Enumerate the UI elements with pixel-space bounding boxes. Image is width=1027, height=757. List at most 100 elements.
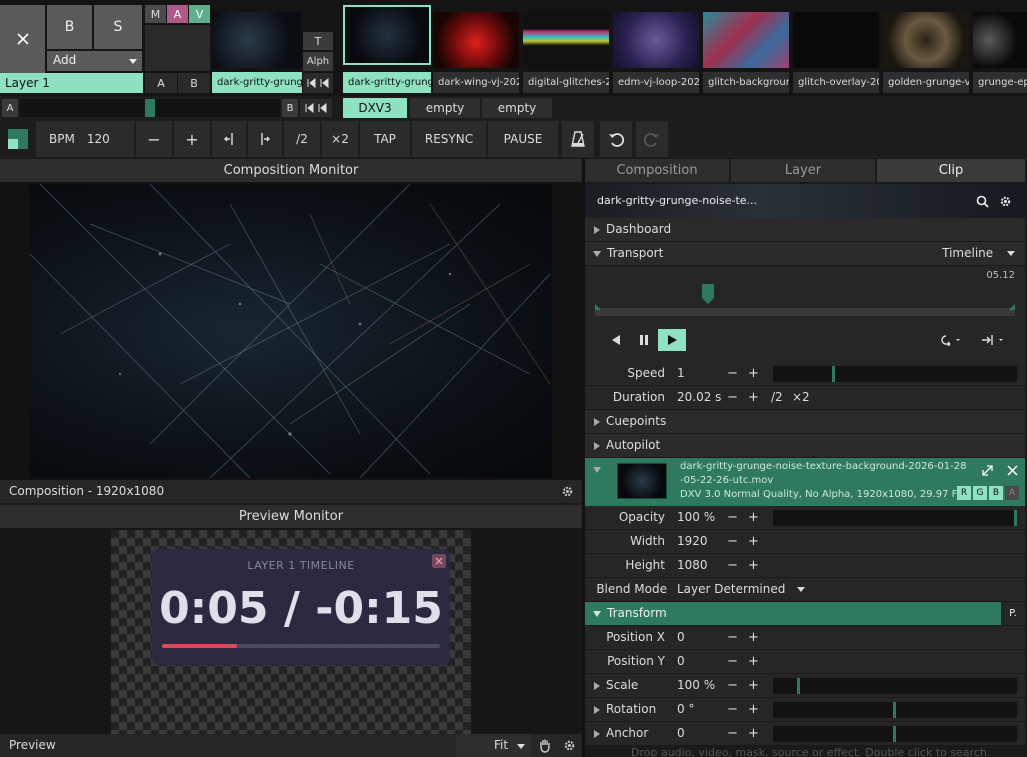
crossfader-handle[interactable] [145, 99, 155, 117]
slider-handle[interactable] [893, 726, 896, 742]
redo-button[interactable] [636, 121, 668, 157]
speed-value[interactable]: 1 [677, 362, 685, 385]
layer-m-button[interactable]: M [145, 5, 166, 23]
rotation-slider[interactable] [773, 702, 1017, 718]
clip-thumbnail[interactable] [973, 12, 1027, 68]
clip-label[interactable]: golden-grunge-vj-... [883, 72, 969, 93]
position-y-decrease[interactable]: − [727, 650, 738, 673]
slider-handle[interactable] [797, 678, 800, 694]
undo-button[interactable] [600, 121, 632, 157]
resync-button[interactable]: RESYNC [412, 121, 486, 157]
expand-icon[interactable] [594, 706, 600, 714]
layer-v-button[interactable]: V [189, 5, 210, 23]
position-x-increase[interactable]: + [748, 626, 759, 649]
slider-handle[interactable] [1014, 510, 1017, 526]
nudge-back-button[interactable] [212, 121, 246, 157]
clip-label[interactable]: glitch-overlay-202... [793, 72, 879, 93]
deck-a-button[interactable]: A [2, 99, 18, 117]
play-reverse-icon[interactable] [612, 335, 621, 345]
deck-tab-dxv3[interactable]: DXV3 [343, 98, 407, 118]
opacity-increase[interactable]: + [748, 506, 759, 529]
duration-half-button[interactable]: /2 [771, 386, 783, 409]
duration-double-button[interactable]: ×2 [792, 386, 810, 409]
duration-increase[interactable]: + [748, 386, 759, 409]
clip-thumbnail[interactable] [793, 12, 879, 68]
height-decrease[interactable]: − [727, 554, 738, 577]
transform-preset-button[interactable]: P. [1001, 602, 1025, 625]
width-decrease[interactable]: − [727, 530, 738, 553]
section-transport[interactable]: Transport Timeline [585, 242, 1025, 265]
channel-r-toggle[interactable]: R [957, 486, 971, 500]
speed-increase[interactable]: + [748, 362, 759, 385]
expand-icon[interactable] [594, 730, 600, 738]
clip-thumbnail[interactable] [883, 12, 969, 68]
gear-icon[interactable] [999, 195, 1012, 208]
layer-name-bar[interactable]: Layer 1 [0, 73, 143, 93]
scale-increase[interactable]: + [748, 674, 759, 697]
layer-crossfade-a-button[interactable]: A [145, 73, 177, 93]
nudge-forward-button[interactable] [248, 121, 282, 157]
tab-clip[interactable]: Clip [877, 159, 1025, 182]
alpha-button[interactable]: Alph [303, 52, 333, 71]
layer-a-button[interactable]: A [167, 5, 188, 23]
tab-layer[interactable]: Layer [731, 159, 875, 182]
deck-b-button[interactable]: B [282, 99, 298, 117]
opacity-decrease[interactable]: − [727, 506, 738, 529]
scale-decrease[interactable]: − [727, 674, 738, 697]
metronome-button[interactable] [562, 121, 594, 157]
s-button[interactable]: S [94, 5, 142, 49]
width-value[interactable]: 1920 [677, 530, 708, 553]
clip-label[interactable]: dark-gritty-grunge... [212, 72, 302, 93]
hand-icon[interactable] [538, 738, 552, 753]
bpm-double-button[interactable]: ×2 [322, 121, 358, 157]
bpm-field[interactable]: BPM 120 [36, 121, 134, 157]
clip-thumbnail[interactable] [433, 12, 519, 68]
collapse-icon[interactable] [593, 467, 601, 473]
tempo-indicator[interactable] [8, 129, 28, 149]
gear-icon[interactable] [561, 485, 574, 498]
speed-slider[interactable] [773, 366, 1017, 382]
section-autopilot[interactable]: Autopilot [585, 434, 1025, 457]
end-action-icon[interactable] [981, 334, 1007, 346]
bpm-increase-button[interactable]: + [174, 121, 210, 157]
deck-skip-buttons[interactable] [300, 99, 332, 117]
anchor-decrease[interactable]: − [727, 722, 738, 745]
composition-video[interactable] [30, 184, 552, 478]
duration-value[interactable]: 20.02 s [677, 386, 721, 409]
channel-g-toggle[interactable]: G [973, 486, 987, 500]
clip-label[interactable]: digital-glitches-20... [523, 72, 609, 93]
position-y-increase[interactable]: + [748, 650, 759, 673]
anchor-increase[interactable]: + [748, 722, 759, 745]
bpm-half-button[interactable]: /2 [284, 121, 320, 157]
clip-thumbnail[interactable] [703, 12, 789, 68]
crossfader-track[interactable] [20, 99, 280, 117]
deck-tab-empty[interactable]: empty [482, 98, 552, 118]
section-dashboard[interactable]: Dashboard [585, 218, 1025, 241]
blend-mode-dropdown[interactable]: Layer Determined [677, 578, 806, 601]
clip-label[interactable]: dark-wing-vj-2026... [433, 72, 519, 93]
anchor-value[interactable]: 0 [677, 722, 685, 745]
clip-label[interactable]: grunge-epide [973, 72, 1027, 93]
pause-button[interactable]: PAUSE [488, 121, 558, 157]
pause-icon[interactable] [639, 335, 649, 345]
slider-handle[interactable] [893, 702, 896, 718]
transport-mode-dropdown[interactable]: Timeline [942, 242, 1015, 265]
add-dropdown[interactable]: Add [47, 51, 142, 71]
section-cuepoints[interactable]: Cuepoints [585, 410, 1025, 433]
slider-handle[interactable] [832, 366, 835, 382]
gear-icon[interactable] [563, 739, 576, 752]
layer-crossfade-b-button[interactable]: B [178, 73, 210, 93]
opacity-value[interactable]: 100 % [677, 506, 715, 529]
timeline-track[interactable] [595, 304, 1015, 316]
playhead[interactable] [702, 284, 715, 306]
rotation-decrease[interactable]: − [727, 698, 738, 721]
section-transform[interactable]: Transform P. [585, 602, 1025, 625]
clip-thumbnail-selected[interactable] [343, 5, 431, 65]
clip-thumbnail[interactable] [523, 12, 609, 68]
rotation-value[interactable]: 0 ° [677, 698, 694, 721]
close-composition-button[interactable] [0, 5, 45, 73]
overlay-close-button[interactable] [432, 554, 446, 568]
layer-skip-buttons[interactable] [303, 73, 333, 93]
loop-mode-icon[interactable] [938, 334, 962, 346]
scale-slider[interactable] [773, 678, 1017, 694]
